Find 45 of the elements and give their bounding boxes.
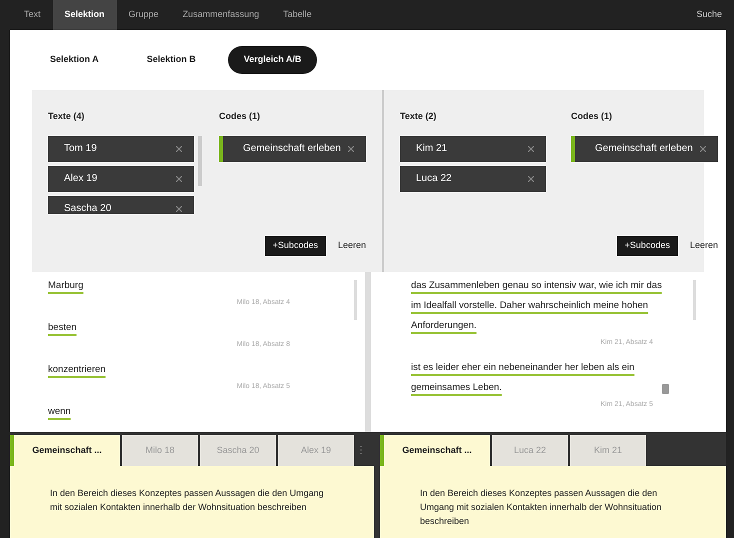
close-icon[interactable] bbox=[176, 176, 182, 182]
subcodes-button[interactable]: +Subcodes bbox=[616, 236, 678, 256]
more-menu[interactable]: ⋮ bbox=[356, 443, 366, 458]
result-text[interactable]: besten bbox=[48, 318, 306, 338]
bottom-tab[interactable]: Gemeinschaft ... bbox=[10, 435, 120, 466]
close-icon[interactable] bbox=[348, 146, 354, 152]
scrollbar[interactable] bbox=[693, 280, 696, 320]
view-tab[interactable]: Selektion B bbox=[130, 46, 212, 74]
text-chip[interactable]: Alex 19 bbox=[48, 166, 194, 192]
bottom-tab[interactable]: Gemeinschaft ... bbox=[380, 435, 490, 466]
codes-heading: Codes (1) bbox=[219, 110, 262, 123]
clear-button[interactable]: Leeren bbox=[690, 239, 718, 253]
nav-tab[interactable]: Tabelle bbox=[271, 0, 324, 30]
code-chip[interactable]: Gemeinschaft erleben bbox=[571, 136, 718, 162]
texts-heading: Texte (4) bbox=[48, 110, 86, 123]
scrollbar[interactable] bbox=[354, 280, 357, 320]
nav-tab[interactable]: Selektion bbox=[52, 0, 117, 30]
close-icon[interactable] bbox=[176, 206, 182, 212]
close-icon[interactable] bbox=[528, 146, 534, 152]
text-chip[interactable]: Sascha 20 bbox=[48, 196, 194, 214]
clear-button[interactable]: Leeren bbox=[338, 239, 366, 253]
concept-description: In den Bereich dieses Konzeptes passen Aussagen die den Umgang mit sozialen Kontakten innerhalb der Wohnsituation beschreiben bbox=[50, 487, 325, 514]
nav-tab[interactable]: Text bbox=[12, 0, 53, 30]
codes-heading: Codes (1) bbox=[571, 110, 614, 123]
nav-tab[interactable]: Zusammenfassung bbox=[170, 0, 272, 30]
scrollbar[interactable] bbox=[198, 136, 202, 186]
view-tab[interactable]: Vergleich A/B bbox=[228, 46, 318, 74]
close-icon[interactable] bbox=[700, 146, 706, 152]
texts-heading: Texte (2) bbox=[400, 110, 438, 123]
text-chip[interactable]: Kim 21 bbox=[400, 136, 546, 162]
result-text[interactable]: Marburg bbox=[48, 276, 306, 296]
result-text[interactable]: konzentrieren bbox=[48, 360, 306, 380]
result-text[interactable]: das Zusammenleben genau so intensiv war, wie ich mir das im Idealfall vorstelle. Daher wahrscheinlich meine hohen Anforderungen. bbox=[411, 276, 669, 336]
view-tab[interactable]: Selektion A bbox=[34, 46, 115, 74]
result-text[interactable]: ist es leider eher ein nebeneinander her leben als ein gemeinsames Leben. bbox=[411, 358, 654, 398]
text-chip[interactable]: Luca 22 bbox=[400, 166, 546, 192]
close-icon[interactable] bbox=[176, 146, 182, 152]
subcodes-button[interactable]: +Subcodes bbox=[264, 236, 326, 256]
text-chip[interactable]: Tom 19 bbox=[48, 136, 194, 162]
search-link[interactable]: Suche bbox=[696, 0, 722, 30]
code-chip[interactable]: Gemeinschaft erleben bbox=[219, 136, 366, 162]
close-icon[interactable] bbox=[528, 176, 534, 182]
concept-description: In den Bereich dieses Konzeptes passen Aussagen die den Umgang mit sozialen Kontakten innerhalb der Wohnsituation beschreiben bbox=[420, 487, 662, 528]
nav-tab[interactable]: Gruppe bbox=[116, 0, 171, 30]
result-text[interactable]: wenn bbox=[48, 402, 306, 422]
